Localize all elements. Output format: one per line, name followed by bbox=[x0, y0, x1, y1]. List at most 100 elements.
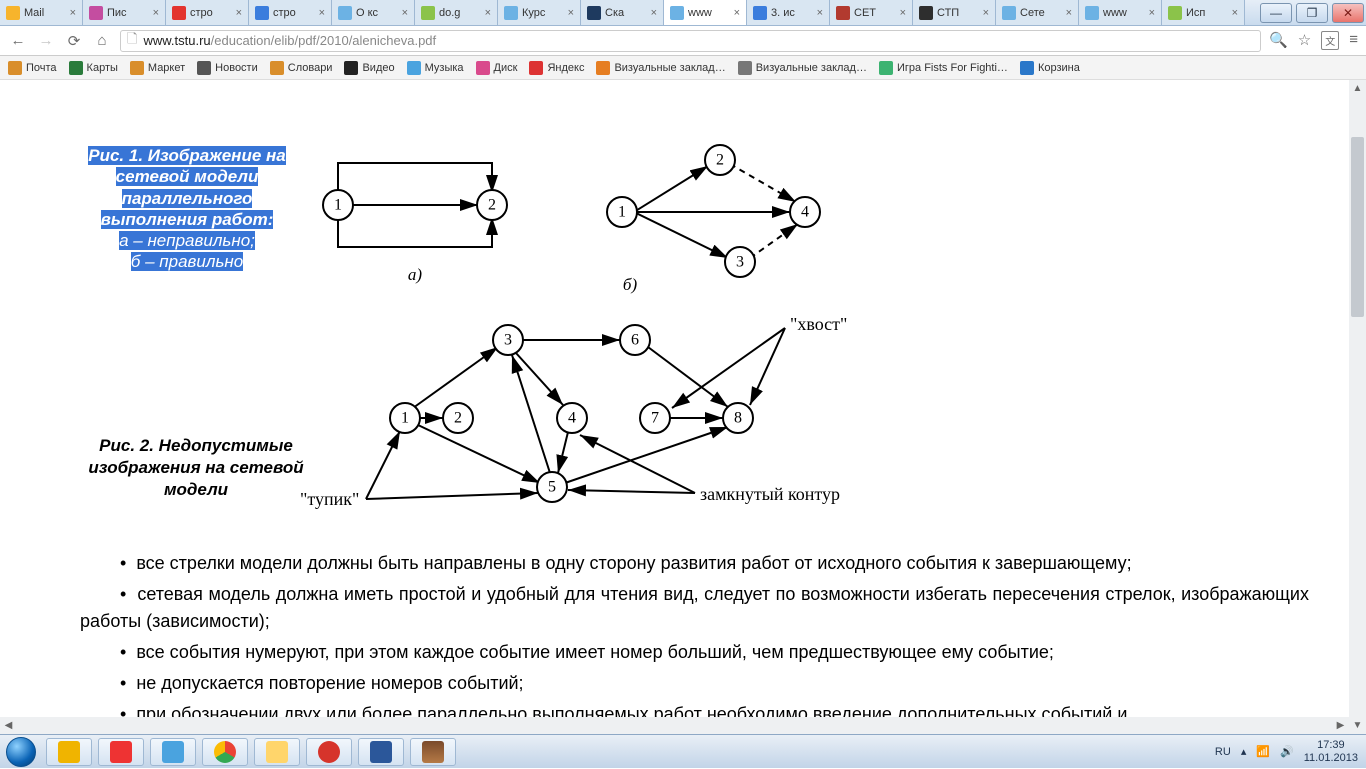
svg-text:6: 6 bbox=[631, 332, 639, 349]
svg-text:4: 4 bbox=[568, 410, 576, 427]
start-button[interactable] bbox=[0, 735, 42, 769]
tab-11[interactable]: СТП× bbox=[913, 0, 996, 25]
tray-volume-icon[interactable]: 🔊 bbox=[1280, 745, 1294, 758]
close-icon[interactable]: × bbox=[1232, 7, 1238, 19]
taskbar-item-3[interactable] bbox=[150, 738, 196, 766]
close-icon[interactable]: × bbox=[1149, 7, 1155, 19]
tab-5[interactable]: do.g× bbox=[415, 0, 498, 25]
bookmark-visual-2[interactable]: Визуальные заклад… bbox=[738, 61, 867, 75]
taskbar-item-explorer[interactable] bbox=[254, 738, 300, 766]
bookmark-visual-1[interactable]: Визуальные заклад… bbox=[596, 61, 725, 75]
maximize-button[interactable]: ❐ bbox=[1296, 3, 1328, 23]
translate-icon[interactable]: 文 bbox=[1321, 31, 1339, 50]
reload-button[interactable]: ⟳ bbox=[64, 31, 84, 51]
vertical-scrollbar[interactable]: ▲ ▼ bbox=[1349, 80, 1366, 734]
figure-2-diagram: 1 2 3 4 5 6 7 8 "хвост" "тупик" замкнуты… bbox=[300, 305, 930, 525]
menu-icon[interactable]: ≡ bbox=[1349, 31, 1358, 50]
body-text: • все стрелки модели должны быть направл… bbox=[80, 550, 1309, 732]
windows-taskbar: RU ▴ 📶 🔊 17:3911.01.2013 bbox=[0, 734, 1366, 768]
taskbar-item-1[interactable] bbox=[46, 738, 92, 766]
search-icon[interactable]: 🔍 bbox=[1269, 31, 1288, 50]
taskbar-item-winrar[interactable] bbox=[410, 738, 456, 766]
tab-6[interactable]: Курс× bbox=[498, 0, 581, 25]
svg-text:7: 7 bbox=[651, 410, 659, 427]
home-button[interactable]: ⌂ bbox=[92, 31, 112, 51]
url-host: www.tstu.ru bbox=[143, 33, 210, 48]
close-icon[interactable]: × bbox=[900, 7, 906, 19]
tab-7[interactable]: Ска× bbox=[581, 0, 664, 25]
tab-2[interactable]: стро× bbox=[166, 0, 249, 25]
close-icon[interactable]: × bbox=[319, 7, 325, 19]
close-icon[interactable]: × bbox=[651, 7, 657, 19]
minimize-button[interactable]: — bbox=[1260, 3, 1292, 23]
close-icon[interactable]: × bbox=[983, 7, 989, 19]
back-button[interactable]: ← bbox=[8, 31, 28, 51]
bookmark-muzyka[interactable]: Музыка bbox=[407, 61, 464, 75]
windows-orb-icon bbox=[6, 737, 36, 767]
url-path: /education/elib/pdf/2010/alenicheva.pdf bbox=[211, 33, 437, 48]
tray-network-icon[interactable]: 📶 bbox=[1256, 745, 1270, 758]
tray-chevron-up-icon[interactable]: ▴ bbox=[1241, 745, 1247, 758]
taskbar-item-chrome[interactable] bbox=[202, 738, 248, 766]
svg-text:3: 3 bbox=[736, 254, 744, 271]
forward-button[interactable]: → bbox=[36, 31, 56, 51]
scroll-up-icon[interactable]: ▲ bbox=[1349, 80, 1366, 97]
scroll-left-icon[interactable]: ◀ bbox=[0, 717, 17, 734]
tab-1[interactable]: Пис× bbox=[83, 0, 166, 25]
bookmark-market[interactable]: Маркет bbox=[130, 61, 185, 75]
close-icon[interactable]: × bbox=[568, 7, 574, 19]
close-icon[interactable]: × bbox=[70, 7, 76, 19]
tab-8-active[interactable]: www× bbox=[664, 0, 747, 25]
scroll-thumb[interactable] bbox=[1351, 137, 1364, 317]
scroll-down-icon[interactable]: ▼ bbox=[1349, 717, 1366, 734]
system-tray: RU ▴ 📶 🔊 17:3911.01.2013 bbox=[1207, 739, 1366, 763]
svg-text:а): а) bbox=[408, 265, 423, 284]
taskbar-item-2[interactable] bbox=[98, 738, 144, 766]
tab-10[interactable]: СЕТ× bbox=[830, 0, 913, 25]
close-icon[interactable]: × bbox=[153, 7, 159, 19]
bookmark-novosti[interactable]: Новости bbox=[197, 61, 258, 75]
bookmark-video[interactable]: Видео bbox=[344, 61, 394, 75]
close-window-button[interactable]: ✕ bbox=[1332, 3, 1364, 23]
document-body: Рис. 1. Изображение на сетевой модели па… bbox=[0, 80, 1349, 717]
close-icon[interactable]: × bbox=[485, 7, 491, 19]
tray-lang[interactable]: RU bbox=[1215, 746, 1231, 758]
close-icon[interactable]: × bbox=[236, 7, 242, 19]
svg-text:8: 8 bbox=[734, 410, 742, 427]
horizontal-scrollbar[interactable]: ◀ ▶ bbox=[0, 717, 1349, 734]
close-icon[interactable]: × bbox=[734, 7, 740, 19]
bookmark-game-fists[interactable]: Игра Fists For Fighti… bbox=[879, 61, 1008, 75]
svg-text:3: 3 bbox=[504, 332, 512, 349]
svg-text:2: 2 bbox=[716, 152, 724, 169]
tab-0[interactable]: Mail× bbox=[0, 0, 83, 25]
bookmark-slovari[interactable]: Словари bbox=[270, 61, 333, 75]
tray-clock[interactable]: 17:3911.01.2013 bbox=[1304, 739, 1358, 763]
svg-text:2: 2 bbox=[488, 197, 496, 214]
tab-4[interactable]: О кс× bbox=[332, 0, 415, 25]
bookmark-karty[interactable]: Карты bbox=[69, 61, 118, 75]
bookmark-pochta[interactable]: Почта bbox=[8, 61, 57, 75]
bookmark-korzina[interactable]: Корзина bbox=[1020, 61, 1080, 75]
svg-text:5: 5 bbox=[548, 479, 556, 496]
bookmark-yandex[interactable]: Яндекс bbox=[529, 61, 584, 75]
browser-toolbar: ← → ⟳ ⌂ 🗋 www.tstu.ru/education/elib/pdf… bbox=[0, 26, 1366, 56]
figure-1-caption: Рис. 1. Изображение на сетевой модели па… bbox=[82, 145, 292, 273]
close-icon[interactable]: × bbox=[402, 7, 408, 19]
close-icon[interactable]: × bbox=[1066, 7, 1072, 19]
close-icon[interactable]: × bbox=[817, 7, 823, 19]
svg-text:1: 1 bbox=[618, 204, 626, 221]
tab-12[interactable]: Сете× bbox=[996, 0, 1079, 25]
tab-3[interactable]: стро× bbox=[249, 0, 332, 25]
bookmark-star-icon[interactable]: ☆ bbox=[1298, 31, 1311, 50]
taskbar-item-opera[interactable] bbox=[306, 738, 352, 766]
svg-text:1: 1 bbox=[401, 410, 409, 427]
tab-14[interactable]: Исп× bbox=[1162, 0, 1245, 25]
address-bar[interactable]: 🗋 www.tstu.ru/education/elib/pdf/2010/al… bbox=[120, 30, 1261, 52]
taskbar-item-word[interactable] bbox=[358, 738, 404, 766]
window-controls: — ❐ ✕ bbox=[1258, 0, 1366, 25]
tab-13[interactable]: www× bbox=[1079, 0, 1162, 25]
bookmark-disk[interactable]: Диск bbox=[476, 61, 518, 75]
tab-9[interactable]: 3. ис× bbox=[747, 0, 830, 25]
scroll-right-icon[interactable]: ▶ bbox=[1332, 717, 1349, 734]
figure-2-caption: Рис. 2. Недопустимые изображения на сете… bbox=[86, 435, 306, 501]
